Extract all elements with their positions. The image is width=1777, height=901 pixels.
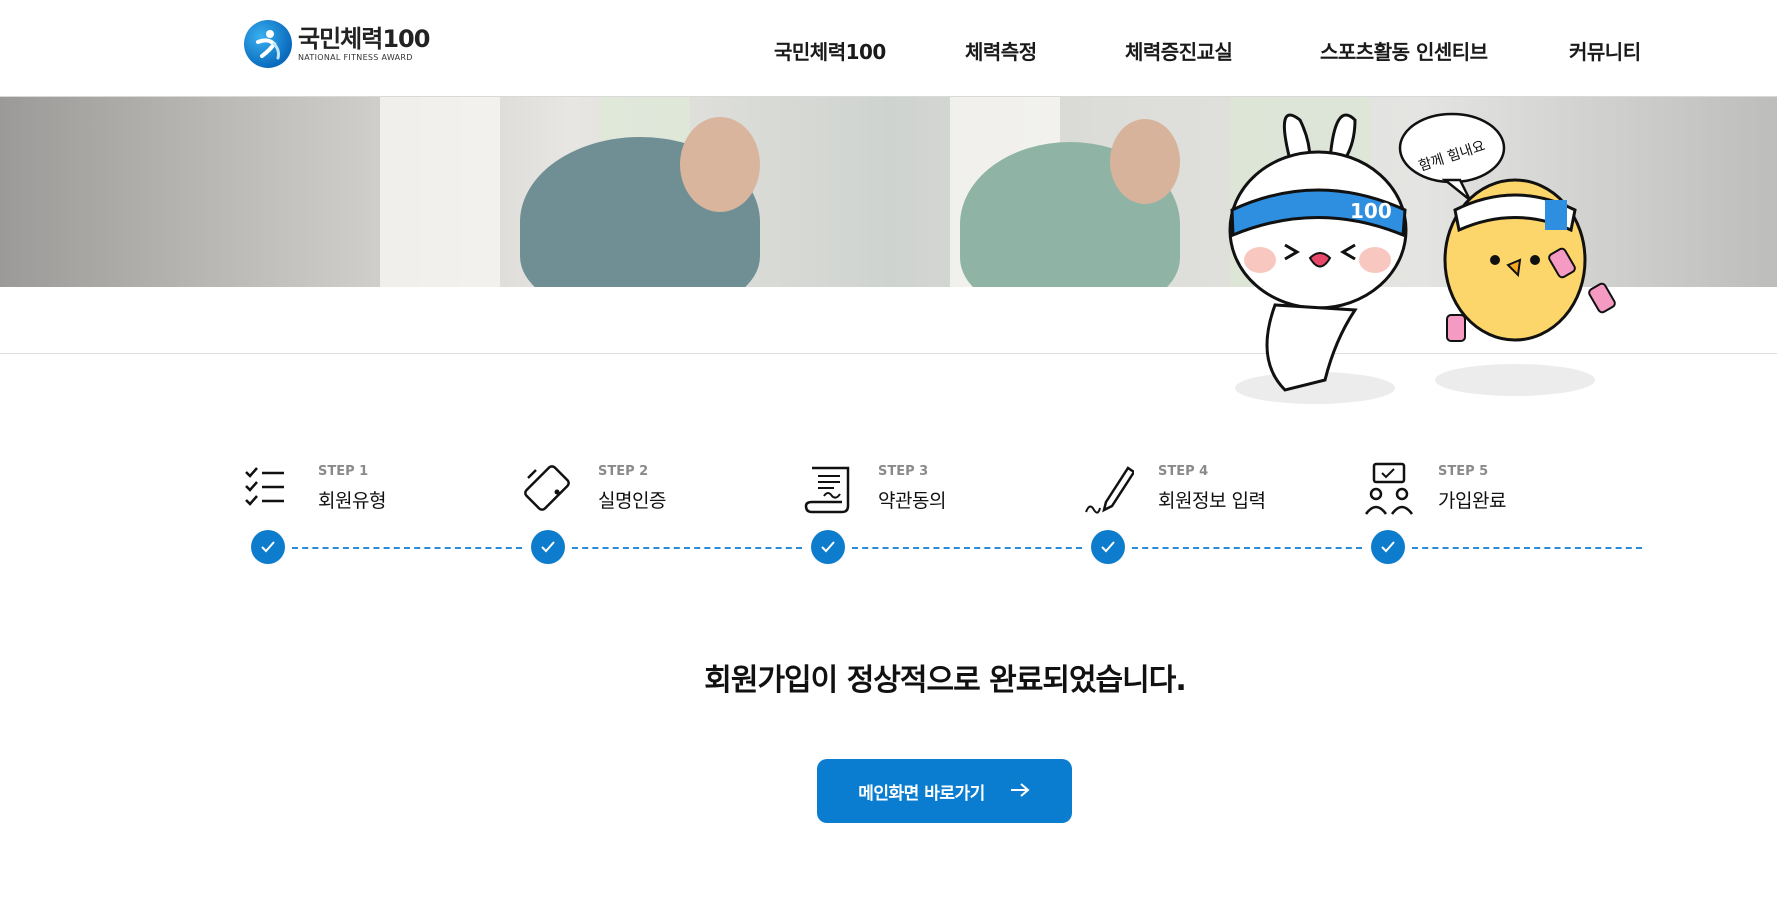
- step-2-check-icon: [531, 530, 565, 564]
- logo-title: 국민체력100: [298, 25, 430, 53]
- logo-subtitle: NATIONAL FITNESS AWARD: [298, 53, 413, 62]
- nav-fitness-measure[interactable]: 체력측정: [965, 36, 1037, 65]
- step-label: 가입완료: [1438, 490, 1506, 512]
- step-label: 실명인증: [598, 490, 666, 512]
- step-number: STEP 3: [878, 464, 929, 479]
- progress-dashed-line: [292, 547, 522, 549]
- progress-dashed-line: [1412, 547, 1642, 549]
- step-number: STEP 1: [318, 464, 369, 479]
- step-4-check-icon: [1091, 530, 1125, 564]
- step-label: 회원유형: [318, 490, 386, 512]
- phone-verify-icon: [524, 465, 570, 511]
- people-meeting-icon: [1364, 462, 1414, 515]
- contract-scroll-icon: [804, 466, 850, 514]
- step-label: 회원정보 입력: [1158, 490, 1266, 512]
- step-1-check-icon: [251, 530, 285, 564]
- go-main-button-label: 메인화면 바로가기: [858, 783, 985, 804]
- progress-dashed-line: [1132, 547, 1362, 549]
- face-left: [680, 117, 760, 212]
- nav-sports-incentive[interactable]: 스포츠활동 인센티브: [1320, 36, 1488, 65]
- step-number: STEP 2: [598, 464, 649, 479]
- nav-fitness-class[interactable]: 체력증진교실: [1125, 36, 1233, 65]
- nav-community[interactable]: 커뮤니티: [1569, 36, 1641, 65]
- mascot-characters: 100 함께 힘내요: [1228, 112, 1616, 404]
- window-curtain: [380, 97, 500, 287]
- arrow-right-icon: [1009, 779, 1031, 804]
- step-number: STEP 5: [1438, 464, 1489, 479]
- pencil-sign-icon: [1085, 466, 1134, 514]
- headband-number: 100: [1350, 199, 1392, 223]
- face-right: [1110, 119, 1180, 204]
- progress-dashed-line: [852, 547, 1082, 549]
- progress-dashed-line: [572, 547, 802, 549]
- site-header: 국민체력100 NATIONAL FITNESS AWARD 국민체력100 체…: [0, 0, 1777, 97]
- step-5-check-icon: [1371, 530, 1405, 564]
- logo-runner-icon: [244, 20, 292, 68]
- nav-fitness100[interactable]: 국민체력100: [774, 36, 886, 65]
- step-label: 약관동의: [878, 490, 946, 512]
- step-number: STEP 4: [1158, 464, 1209, 479]
- site-logo[interactable]: 국민체력100 NATIONAL FITNESS AWARD: [244, 20, 430, 68]
- go-main-button[interactable]: 메인화면 바로가기: [817, 759, 1072, 823]
- step-3-check-icon: [811, 530, 845, 564]
- checklist-icon: [245, 467, 284, 506]
- completion-message: 회원가입이 정상적으로 완료되었습니다.: [704, 663, 1187, 698]
